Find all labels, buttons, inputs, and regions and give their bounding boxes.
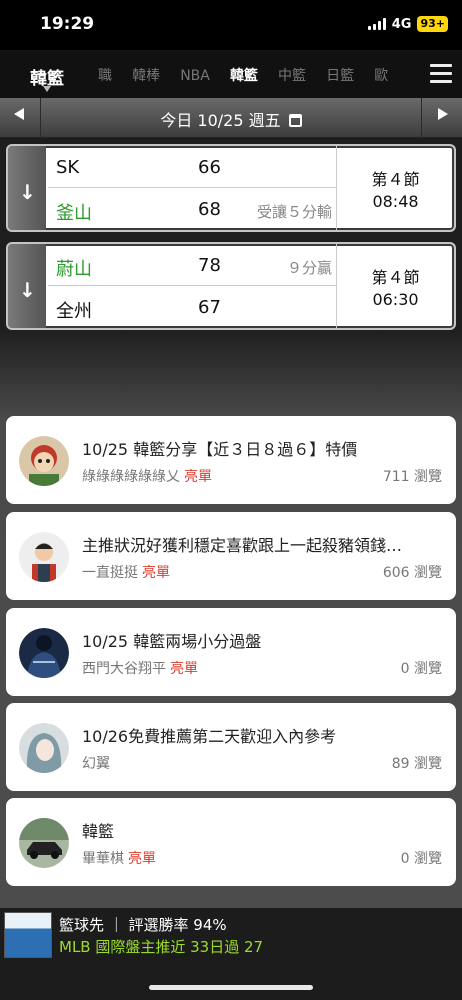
team-row: SK 66 xyxy=(48,148,336,188)
sport-tab-europe[interactable]: 歐 xyxy=(374,65,388,85)
team-row: 全州 67 xyxy=(48,288,336,328)
game-card[interactable]: ↓ SK 66 釜山 68 受讓５分輸 第４節 08:48 xyxy=(6,144,456,232)
game-card[interactable]: ↓ 蔚山 78 ９分贏 全州 67 第４節 06:30 xyxy=(6,242,456,330)
team-name: 釜山 xyxy=(56,203,92,224)
post-author: 幻翼 xyxy=(82,753,114,773)
view-count: 711 瀏覽 xyxy=(382,469,442,485)
post-title: 主推狀況好獲利穩定喜歡跟上一起殺豬領錢… xyxy=(82,536,403,555)
post-item[interactable]: 主推狀況好獲利穩定喜歡跟上一起殺豬領錢… 一直挺挺 亮單 606 瀏覽 xyxy=(6,512,456,600)
date-bar: 今日 10/25 週五 xyxy=(0,98,462,138)
view-count: 0 瀏覽 xyxy=(400,661,442,677)
team-score: 78 xyxy=(198,255,221,276)
status-badge: 亮單 xyxy=(142,565,170,581)
avatar xyxy=(19,436,69,486)
view-count: 0 瀏覽 xyxy=(400,851,442,867)
post-author: 西門大谷翔平 亮單 xyxy=(82,658,198,678)
team-row: 釜山 68 受讓５分輸 xyxy=(48,190,336,230)
arrow-down-icon: ↓ xyxy=(19,180,36,204)
author-name: 綠綠綠綠綠綠乂 xyxy=(82,469,180,485)
signal-icon xyxy=(367,18,386,30)
avatar xyxy=(19,628,69,678)
author-name: 幻翼 xyxy=(82,756,110,772)
sport-tab-korean-basketball[interactable]: 韓籃 xyxy=(230,65,258,85)
post-author: 綠綠綠綠綠綠乂 亮單 xyxy=(82,466,212,486)
game-status: 第４節 08:48 xyxy=(336,146,454,230)
handicap-note: ９分贏 xyxy=(286,259,332,277)
game-clock: 08:48 xyxy=(372,192,419,211)
network-type: 4G xyxy=(391,16,412,32)
home-indicator[interactable] xyxy=(149,985,313,990)
status-bar: 19:29 4G 93+ xyxy=(0,0,462,50)
ad-headline: 籃球先 ｜ 評選勝率 94% xyxy=(59,916,227,934)
next-date-icon[interactable] xyxy=(438,108,448,120)
date-selector[interactable]: 今日 10/25 週五 xyxy=(0,107,462,131)
sport-tab-japan-basketball[interactable]: 日籃 xyxy=(326,65,354,85)
team-row: 蔚山 78 ９分贏 xyxy=(48,246,336,286)
author-name: 一直挺挺 xyxy=(82,565,138,581)
team-name: 蔚山 xyxy=(56,259,92,280)
avatar xyxy=(19,723,69,773)
post-title: 韓籃 xyxy=(82,822,115,841)
divider xyxy=(421,98,422,138)
status-badge: 亮單 xyxy=(184,469,212,485)
sport-tab-chinese-basketball[interactable]: 中籃 xyxy=(278,65,306,85)
game-period: 第４節 xyxy=(371,170,420,189)
ad-thumbnail xyxy=(4,912,52,958)
view-count: 606 瀏覽 xyxy=(382,565,442,581)
caret-down-icon xyxy=(43,86,51,92)
battery-icon: 93+ xyxy=(417,16,448,32)
post-item[interactable]: 10/25 韓籃分享【近３日８過６】特價 綠綠綠綠綠綠乂 亮單 711 瀏覽 xyxy=(6,416,456,504)
ad-subline: MLB 國際盤主推近 33日過 27 xyxy=(59,938,264,956)
handicap-note: 受讓５分輸 xyxy=(256,203,332,221)
team-score: 66 xyxy=(198,157,221,178)
post-item[interactable]: 韓籃 畢華棋 亮單 0 瀏覽 xyxy=(6,798,456,886)
teams: SK 66 釜山 68 受讓５分輸 xyxy=(48,148,336,230)
team-score: 67 xyxy=(198,297,221,318)
arrow-down-icon: ↓ xyxy=(19,278,36,302)
post-item[interactable]: 10/25 韓籃兩場小分過盤 西門大谷翔平 亮單 0 瀏覽 xyxy=(6,608,456,696)
status-badge: 亮單 xyxy=(128,851,156,867)
calendar-icon[interactable] xyxy=(288,114,302,127)
sport-nav: 韓籃 職 韓棒 NBA 韓籃 中籃 日籃 歐 xyxy=(0,50,462,98)
author-name: 畢華棋 xyxy=(82,851,124,867)
sport-tab-korean-baseball[interactable]: 韓棒 xyxy=(132,65,160,85)
avatar xyxy=(19,818,69,868)
sport-tab[interactable]: 職 xyxy=(98,65,112,85)
sport-tabs: 職 韓棒 NBA 韓籃 中籃 日籃 歐 xyxy=(98,65,416,87)
status-badge: 亮單 xyxy=(170,661,198,677)
post-author: 畢華棋 亮單 xyxy=(82,848,156,868)
post-title: 10/25 韓籃分享【近３日８過６】特價 xyxy=(82,440,358,459)
status-indicators: 4G 93+ xyxy=(367,16,448,32)
post-author: 一直挺挺 亮單 xyxy=(82,562,170,582)
game-clock: 06:30 xyxy=(372,290,419,309)
game-status: 第４節 06:30 xyxy=(336,244,454,328)
sport-tab-nba[interactable]: NBA xyxy=(180,68,210,84)
teams: 蔚山 78 ９分贏 全州 67 xyxy=(48,246,336,328)
post-title: 10/26免費推薦第二天歡迎入內參考 xyxy=(82,727,337,746)
post-title: 10/25 韓籃兩場小分過盤 xyxy=(82,632,262,651)
view-count: 89 瀏覽 xyxy=(391,756,442,772)
status-time: 19:29 xyxy=(40,14,95,34)
date-label: 今日 10/25 週五 xyxy=(160,111,281,130)
expand-button[interactable]: ↓ xyxy=(8,146,46,230)
hamburger-menu-icon[interactable] xyxy=(430,64,452,84)
post-item[interactable]: 10/26免費推薦第二天歡迎入內參考 幻翼 89 瀏覽 xyxy=(6,703,456,791)
game-period: 第４節 xyxy=(371,268,420,287)
avatar xyxy=(19,532,69,582)
team-name: 全州 xyxy=(56,301,92,322)
team-score: 68 xyxy=(198,199,221,220)
author-name: 西門大谷翔平 xyxy=(82,661,166,677)
expand-button[interactable]: ↓ xyxy=(8,244,46,328)
team-name: SK xyxy=(56,157,80,178)
